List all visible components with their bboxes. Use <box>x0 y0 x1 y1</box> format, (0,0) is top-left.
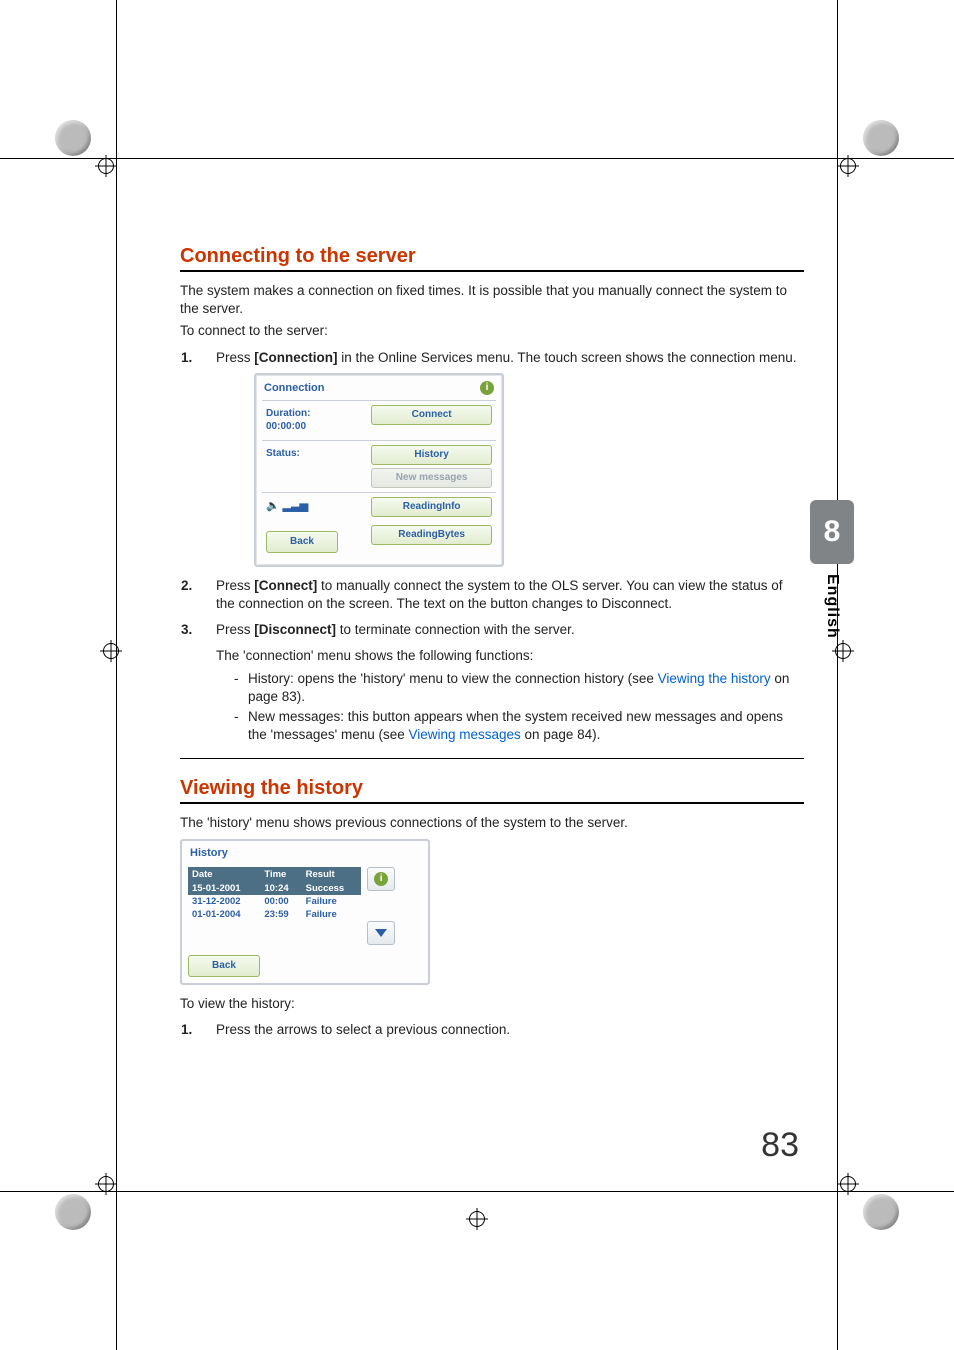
intro-line: To connect to the server: <box>180 322 804 340</box>
page-number: 83 <box>761 1126 799 1165</box>
registration-mark <box>100 640 122 662</box>
history-step-1: Press the arrows to select a previous co… <box>196 1021 804 1039</box>
registration-mark <box>832 640 854 662</box>
steps-list: Press [Connection] in the Online Service… <box>180 349 804 745</box>
connect-button[interactable]: Connect <box>371 405 492 425</box>
language-label: English <box>823 574 841 639</box>
connection-panel: Connection i Duration: 00:00:00 Connect … <box>254 373 504 567</box>
step-1: Press [Connection] in the Online Service… <box>196 349 804 567</box>
link-viewing-messages[interactable]: Viewing messages <box>408 727 520 742</box>
page-content: Connecting to the server The system make… <box>180 245 804 1160</box>
corner-ornament <box>55 120 91 156</box>
chevron-down-icon <box>375 929 387 937</box>
chapter-tab: 8 English <box>810 500 854 639</box>
table-row[interactable]: 15-01-2001 10:24 Success <box>188 882 361 895</box>
registration-mark <box>837 155 859 177</box>
registration-mark <box>95 155 117 177</box>
section-divider <box>180 758 804 759</box>
history-button[interactable]: History <box>371 445 492 465</box>
heading-rule <box>180 270 804 272</box>
readinginfo-button[interactable]: ReadingInfo <box>371 497 492 517</box>
back-button[interactable]: Back <box>266 531 338 553</box>
readingbytes-button[interactable]: ReadingBytes <box>371 525 492 545</box>
info-button[interactable]: i <box>367 867 395 891</box>
history-table: Date Time Result 15-01-2001 10:24 Succes… <box>188 867 361 921</box>
functions-intro: The 'connection' menu shows the followin… <box>216 647 804 665</box>
history-back-button[interactable]: Back <box>188 955 260 977</box>
registration-mark <box>837 1173 859 1195</box>
table-row[interactable]: 01-01-2004 23:59 Failure <box>188 908 361 921</box>
history-intro: The 'history' menu shows previous connec… <box>180 814 804 832</box>
col-time: Time <box>260 867 301 882</box>
registration-mark <box>95 1173 117 1195</box>
step-3: Press [Disconnect] to terminate connecti… <box>196 621 804 744</box>
corner-ornament <box>863 1194 899 1230</box>
col-result: Result <box>302 867 362 882</box>
corner-ornament <box>863 120 899 156</box>
chapter-number: 8 <box>810 500 854 564</box>
speaker-icon: 🔈 ▂▃▅ <box>266 500 308 512</box>
bullet-new-messages: New messages: this button appears when t… <box>234 708 804 744</box>
table-row[interactable]: 31-12-2002 00:00 Failure <box>188 895 361 908</box>
arrow-down-button[interactable] <box>367 921 395 945</box>
registration-mark <box>466 1208 488 1230</box>
heading-connecting: Connecting to the server <box>180 245 804 268</box>
history-outro: To view the history: <box>180 995 804 1013</box>
duration-label: Duration: <box>266 407 363 421</box>
heading-history: Viewing the history <box>180 777 804 800</box>
history-panel: History Date Time Result 15-01-2001 10:2… <box>180 839 430 985</box>
step-2: Press [Connect] to manually connect the … <box>196 577 804 613</box>
bullet-history: History: opens the 'history' menu to vie… <box>234 670 804 706</box>
heading-rule <box>180 802 804 804</box>
link-viewing-history[interactable]: Viewing the history <box>658 671 771 686</box>
info-icon: i <box>374 872 388 886</box>
info-icon[interactable]: i <box>480 381 494 395</box>
intro-paragraph: The system makes a connection on fixed t… <box>180 282 804 318</box>
new-messages-button[interactable]: New messages <box>371 468 492 488</box>
panel-title: Connection <box>264 381 325 396</box>
history-panel-title: History <box>190 847 228 859</box>
col-date: Date <box>188 867 260 882</box>
corner-ornament <box>55 1194 91 1230</box>
duration-value: 00:00:00 <box>266 420 363 434</box>
status-label: Status: <box>262 441 367 492</box>
